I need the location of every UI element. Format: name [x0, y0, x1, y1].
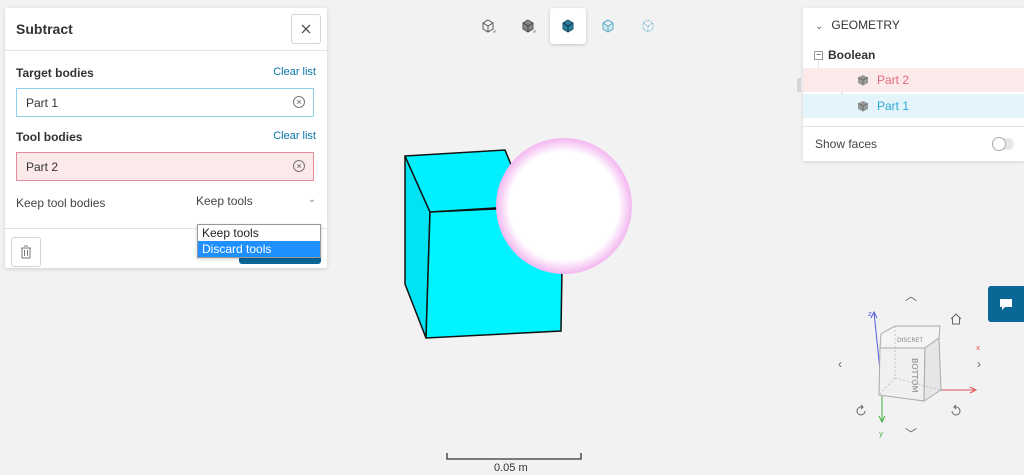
scale-bar — [446, 453, 582, 460]
chat-bubble-icon — [1000, 299, 1012, 310]
axis-y-label: y — [879, 430, 883, 438]
target-body-value: Part 1 — [26, 95, 59, 110]
collapse-icon[interactable]: − — [814, 51, 823, 61]
tree-item-part-1[interactable]: Part 1 — [803, 94, 1024, 118]
scale-label: 0.05 m — [494, 462, 528, 474]
geometry-tree-panel: ⌄ GEOMETRY − Boolean Part 2 Part 1 Show fa… — [803, 8, 1024, 161]
tool-bodies-label: Tool bodies — [16, 130, 83, 144]
view-points-button[interactable] — [630, 8, 666, 44]
tree-item-label: Part 2 — [877, 73, 910, 87]
tree-item-part-2[interactable]: Part 2 — [803, 68, 1024, 92]
cube-solid-icon — [522, 19, 536, 33]
tool-clear-list-link[interactable]: Clear list — [273, 130, 316, 142]
show-faces-toggle[interactable] — [992, 137, 1014, 151]
view-cube[interactable]: DISCRET BOTTOM x y z — [862, 308, 982, 438]
view-wireframe-button[interactable] — [470, 8, 506, 44]
panel-resize-handle[interactable] — [797, 78, 801, 92]
view-cube-top-label: DISCRET — [897, 337, 923, 344]
keep-tool-bodies-label: Keep tool bodies — [16, 196, 106, 210]
cube-icon — [857, 75, 869, 86]
rotate-left-arrow[interactable]: ‹ — [838, 357, 842, 371]
tree-divider — [803, 126, 1024, 127]
target-clear-list-link[interactable]: Clear list — [273, 66, 316, 78]
viewport-3d-scene[interactable] — [380, 130, 650, 350]
tool-body-value: Part 2 — [26, 159, 59, 174]
tool-bodies-field[interactable]: Part 2 × — [16, 152, 314, 181]
geometry-header-label: GEOMETRY — [831, 18, 900, 32]
cube-outline-icon — [482, 19, 496, 33]
delete-button[interactable] — [11, 237, 41, 267]
dropdown-option-keep-tools[interactable]: Keep tools — [198, 225, 320, 241]
close-button[interactable] — [291, 14, 321, 44]
view-solid-edges-button[interactable] — [550, 8, 586, 44]
keep-select-value: Keep tools — [196, 194, 253, 208]
panel-header: Subtract — [5, 8, 327, 51]
view-cube-front-label: BOTTOM — [910, 358, 919, 393]
cube-transparent-icon — [602, 19, 614, 33]
keep-tools-dropdown: Keep tools Discard tools — [197, 224, 321, 258]
show-faces-label: Show faces — [815, 137, 878, 151]
axis-z-label: z — [868, 310, 872, 318]
view-transparent-button[interactable] — [590, 8, 626, 44]
rotate-up-arrow[interactable]: ︿ — [905, 287, 917, 304]
view-mode-toolbar — [470, 8, 666, 44]
clear-target-icon[interactable]: × — [293, 96, 305, 108]
chat-button[interactable] — [988, 286, 1024, 322]
clear-tool-icon[interactable]: × — [293, 160, 305, 172]
chevron-down-icon: ⌄ — [307, 194, 316, 205]
keep-tool-bodies-select[interactable]: Keep tools ⌄ — [196, 194, 316, 212]
view-solid-button[interactable] — [510, 8, 546, 44]
trash-icon — [21, 245, 31, 259]
toggle-knob — [992, 137, 1006, 151]
panel-title: Subtract — [16, 21, 73, 37]
chevron-down-icon: ⌄ — [815, 21, 824, 32]
cube-icon — [857, 101, 869, 112]
cube-edges-icon — [562, 19, 574, 33]
subtract-panel: Subtract Target bodies Clear list Part 1… — [5, 8, 327, 268]
target-bodies-label: Target bodies — [16, 66, 94, 80]
geometry-header[interactable]: ⌄ GEOMETRY — [815, 18, 900, 32]
target-bodies-field[interactable]: Part 1 × — [16, 88, 314, 117]
sphere-part-2[interactable] — [496, 138, 632, 274]
axis-x-label: x — [976, 344, 980, 352]
tree-item-label: Part 1 — [877, 99, 910, 113]
close-icon — [301, 24, 311, 34]
dropdown-option-discard-tools[interactable]: Discard tools — [198, 241, 320, 257]
cube-points-icon — [642, 19, 654, 33]
